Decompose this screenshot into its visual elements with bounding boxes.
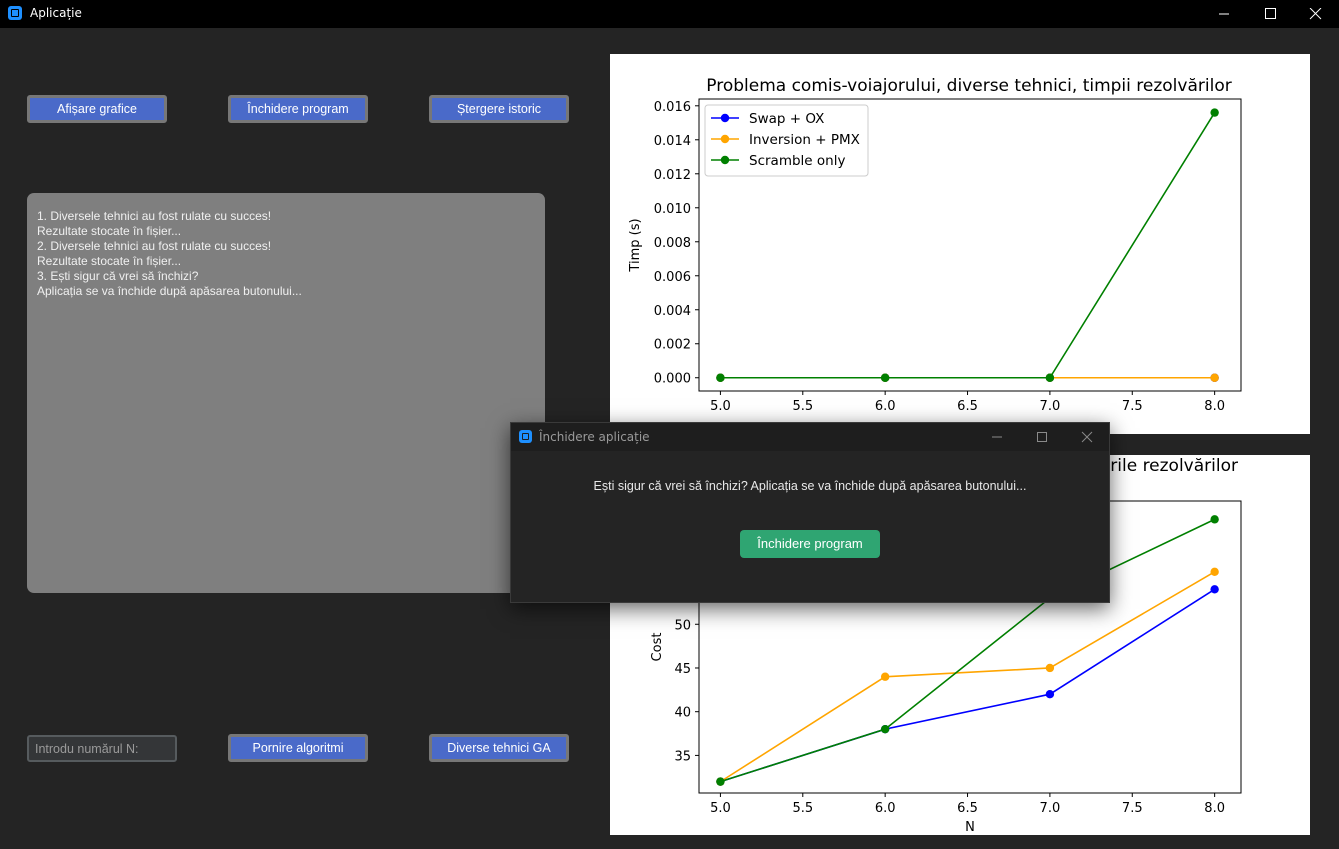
- series-line: [720, 588, 1216, 783]
- y-tick-label: 0.006: [654, 270, 691, 285]
- y-tick-label: 0.010: [654, 202, 691, 217]
- y-tick-label: 45: [674, 662, 691, 677]
- y-tick-label: 0.014: [654, 134, 691, 149]
- window-title: Aplicație: [30, 6, 82, 20]
- app-icon: [519, 430, 532, 443]
- x-tick-label: 7.5: [1122, 399, 1143, 414]
- close-icon: [1309, 8, 1322, 20]
- clear-history-button[interactable]: Ștergere istoric: [429, 95, 569, 123]
- legend-marker: [720, 113, 730, 123]
- data-point: [880, 724, 890, 734]
- x-tick-label: 6.0: [875, 399, 896, 414]
- x-tick-label: 6.0: [875, 801, 896, 816]
- y-tick-label: 0.004: [654, 304, 691, 319]
- x-tick-label: 6.5: [957, 399, 978, 414]
- close-icon: [1081, 431, 1093, 443]
- x-tick-label: 8.0: [1204, 399, 1225, 414]
- n-input[interactable]: [27, 735, 177, 762]
- x-tick-label: 5.0: [710, 399, 731, 414]
- data-point: [1210, 567, 1219, 577]
- close-program-button[interactable]: Închidere program: [228, 95, 368, 123]
- log-line: 2. Diversele tehnici au fost rulate cu s…: [37, 239, 272, 253]
- legend-label: Swap + OX: [749, 111, 824, 127]
- x-axis-label: N: [965, 820, 975, 835]
- y-tick-label: 0.012: [654, 168, 691, 183]
- data-point: [1045, 373, 1055, 382]
- y-axis-label: Timp (s): [628, 218, 643, 272]
- x-tick-label: 6.5: [957, 801, 978, 816]
- y-tick-label: 0.000: [654, 372, 691, 387]
- maximize-button[interactable]: [1248, 0, 1294, 28]
- minimize-button[interactable]: [1201, 0, 1247, 28]
- x-tick-label: 5.5: [792, 399, 813, 414]
- series-line: [719, 571, 1216, 783]
- log-line: 1. Diversele tehnici au fost rulate cu s…: [37, 209, 272, 223]
- legend-label: Inversion + PMX: [749, 132, 860, 148]
- ga-techniques-button[interactable]: Diverse tehnici GA: [429, 734, 569, 762]
- data-point: [1210, 515, 1219, 524]
- x-tick-label: 7.0: [1040, 801, 1061, 816]
- data-point: [880, 373, 890, 382]
- x-tick-label: 5.5: [792, 801, 813, 816]
- data-point: [1045, 663, 1055, 673]
- chart-title: Problema comis-voiajorului, diverse tehn…: [706, 76, 1231, 96]
- minimize-icon: [992, 436, 1002, 438]
- dialog-title-bar: Închidere aplicație: [511, 423, 1109, 451]
- close-dialog: Închidere aplicație Ești sigur că vrei s…: [510, 422, 1110, 603]
- time-chart-panel: Problema comis-voiajorului, diverse tehn…: [610, 54, 1310, 434]
- chart-title: rile rezolvărilor: [1110, 456, 1238, 476]
- maximize-icon: [1037, 432, 1047, 442]
- dialog-close-program-button[interactable]: Închidere program: [740, 530, 880, 558]
- log-line: 3. Ești sigur că vrei să închizi?: [37, 269, 199, 283]
- log-textbox[interactable]: 1. Diversele tehnici au fost rulate cu s…: [27, 193, 545, 593]
- data-point: [1045, 690, 1055, 699]
- x-tick-label: 8.0: [1204, 801, 1225, 816]
- y-tick-label: 50: [674, 618, 691, 633]
- start-algorithms-button[interactable]: Pornire algoritmi: [228, 734, 368, 762]
- data-point: [1210, 585, 1219, 594]
- dialog-message: Ești sigur că vrei să închizi? Aplicația…: [593, 479, 1027, 493]
- y-tick-label: 0.016: [654, 100, 691, 115]
- log-line: Aplicația se va închide după apăsarea bu…: [37, 284, 302, 298]
- show-charts-button[interactable]: Afișare grafice: [27, 95, 167, 123]
- close-button[interactable]: [1293, 0, 1339, 28]
- x-tick-label: 5.0: [710, 801, 731, 816]
- app-icon: [8, 6, 22, 20]
- log-line: Rezultate stocate în fișier...: [37, 224, 182, 238]
- y-tick-label: 35: [674, 749, 691, 764]
- x-tick-label: 7.5: [1122, 801, 1143, 816]
- data-point: [1210, 373, 1219, 382]
- y-axis-label: Cost: [650, 633, 665, 662]
- legend-label: Scramble only: [749, 153, 845, 169]
- y-tick-label: 0.008: [654, 236, 691, 251]
- x-tick-label: 7.0: [1040, 399, 1061, 414]
- y-tick-label: 40: [674, 706, 691, 721]
- title-bar: Aplicație: [0, 0, 1339, 28]
- dialog-maximize-button[interactable]: [1018, 423, 1064, 451]
- log-line: Rezultate stocate în fișier...: [37, 254, 182, 268]
- legend-marker: [720, 155, 730, 165]
- legend-marker: [720, 134, 730, 144]
- data-point: [716, 373, 725, 382]
- data-point: [880, 672, 890, 681]
- time-chart: Problema comis-voiajorului, diverse tehn…: [628, 76, 1242, 414]
- y-tick-label: 0.002: [654, 338, 691, 353]
- dialog-title: Închidere aplicație: [539, 430, 650, 444]
- dialog-close-button[interactable]: [1063, 423, 1109, 451]
- maximize-icon: [1265, 8, 1276, 19]
- dialog-minimize-button[interactable]: [973, 423, 1019, 451]
- minimize-icon: [1219, 13, 1229, 15]
- data-point: [716, 777, 725, 786]
- data-point: [1210, 108, 1219, 117]
